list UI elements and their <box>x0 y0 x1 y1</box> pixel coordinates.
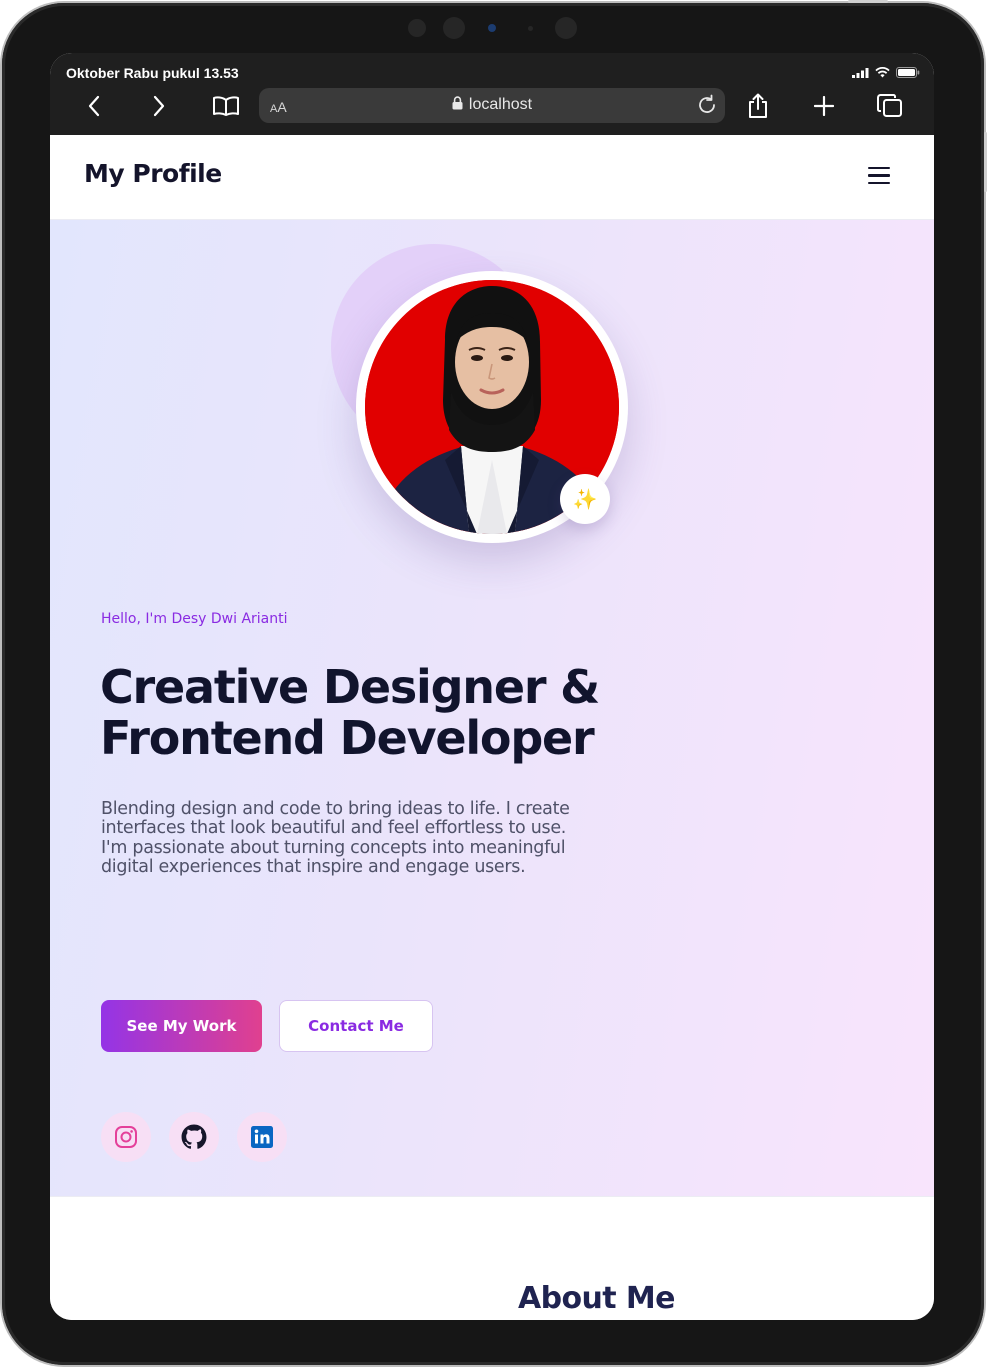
contact-me-button[interactable]: Contact Me <box>279 1000 433 1052</box>
sparkle-badge: ✨ <box>560 474 610 524</box>
menu-button[interactable] <box>868 167 890 185</box>
plus-icon <box>814 96 834 116</box>
status-time: Oktober Rabu pukul 13.53 <box>66 65 239 81</box>
reload-button[interactable] <box>695 93 719 121</box>
linkedin-link[interactable] <box>237 1112 287 1162</box>
share-icon <box>749 93 767 118</box>
instagram-link[interactable] <box>101 1112 151 1162</box>
top-button <box>848 0 888 3</box>
face-id-sensor <box>443 17 465 39</box>
proximity-sensor <box>528 26 533 31</box>
tabs-overview-button[interactable] <box>875 91 905 121</box>
github-link[interactable] <box>169 1112 219 1162</box>
url-text: localhost <box>468 96 533 113</box>
url-display[interactable]: localhost <box>259 96 725 114</box>
brand-title[interactable]: My Profile <box>84 159 222 188</box>
github-icon <box>181 1124 207 1149</box>
camera-lens <box>488 24 496 32</box>
address-bar[interactable]: AA localhost <box>259 88 725 123</box>
browser-chrome: Oktober Rabu pukul 13.53 AA localhost <box>50 53 934 135</box>
front-camera <box>408 19 426 37</box>
menu-icon-bar <box>868 167 890 170</box>
greeting-text: Hello, I'm Desy Dwi Arianti <box>101 611 288 627</box>
new-tab-button[interactable] <box>809 91 839 121</box>
ambient-sensor <box>555 17 577 39</box>
wifi-icon <box>875 67 890 78</box>
chevron-left-icon <box>88 95 100 117</box>
menu-icon-bar <box>868 174 890 177</box>
menu-icon-bar <box>868 181 890 185</box>
see-my-work-button[interactable]: See My Work <box>101 1000 262 1052</box>
sparkle-icon: ✨ <box>572 487 598 511</box>
screen: Oktober Rabu pukul 13.53 AA localhost My… <box>50 53 934 1320</box>
about-title: About Me <box>518 1281 675 1316</box>
lock-icon <box>452 96 463 110</box>
book-icon <box>213 96 239 116</box>
forward-button[interactable] <box>144 91 174 121</box>
chevron-right-icon <box>153 95 165 117</box>
tabs-icon <box>877 94 902 117</box>
hero-bio: Blending design and code to bring ideas … <box>101 799 570 878</box>
about-section: About Me <box>50 1196 934 1320</box>
headline-line-1: Creative Designer & <box>100 660 600 714</box>
back-button[interactable] <box>79 91 109 121</box>
linkedin-icon <box>251 1126 273 1148</box>
bookmarks-button[interactable] <box>211 91 241 121</box>
reload-icon <box>699 94 715 113</box>
headline-line-2: Frontend Developer <box>100 711 595 765</box>
share-button[interactable] <box>743 91 773 121</box>
status-icons <box>852 67 920 78</box>
cellular-signal-icon <box>852 67 869 78</box>
hero-section: ✨ Hello, I'm Desy Dwi Arianti Creative D… <box>50 220 934 1196</box>
hero-headline: Creative Designer & Frontend Developer <box>100 662 720 764</box>
battery-icon <box>896 67 920 78</box>
site-header: My Profile <box>50 135 934 220</box>
instagram-icon <box>115 1126 137 1148</box>
